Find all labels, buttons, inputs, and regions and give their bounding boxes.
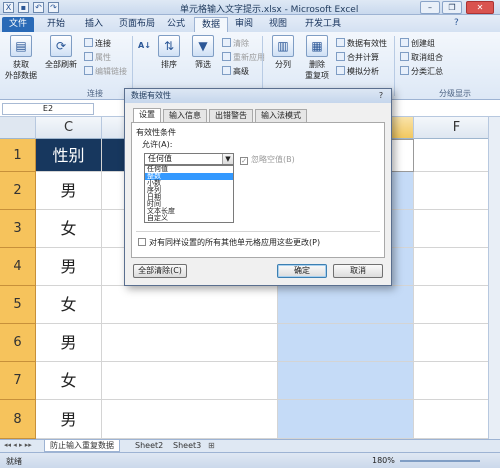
allow-dropdown-list: 任何值 整数 小数 序列 日期 时间 文本长度 自定义 bbox=[144, 165, 234, 223]
criteria-label: 有效性条件 bbox=[136, 128, 176, 137]
tab-ime-mode[interactable]: 输入法模式 bbox=[255, 109, 307, 122]
allow-select[interactable]: 任何值 ▼ bbox=[144, 153, 234, 165]
tab-error-alert[interactable]: 出错警告 bbox=[209, 109, 253, 122]
divider bbox=[136, 231, 380, 232]
dialog-title: 数据有效性 bbox=[125, 89, 391, 103]
checkbox-icon bbox=[240, 157, 248, 165]
allow-label: 允许(A): bbox=[142, 140, 173, 149]
dialog-help-icon[interactable]: ? bbox=[375, 91, 387, 101]
clear-all-button[interactable]: 全部清除(C) bbox=[133, 264, 187, 278]
tab-input-message[interactable]: 输入信息 bbox=[163, 109, 207, 122]
chevron-down-icon[interactable]: ▼ bbox=[222, 154, 233, 164]
ok-button[interactable]: 确定 bbox=[277, 264, 327, 278]
cancel-button[interactable]: 取消 bbox=[333, 264, 383, 278]
settings-panel: 有效性条件 允许(A): 任何值 ▼ 忽略空值(B) 任何值 整数 小数 序列 … bbox=[131, 122, 385, 258]
checkbox-icon bbox=[138, 238, 146, 246]
ignore-blank-checkbox[interactable]: 忽略空值(B) bbox=[240, 154, 295, 165]
data-validation-dialog: 数据有效性 ? 设置 输入信息 出错警告 输入法模式 有效性条件 允许(A): … bbox=[124, 88, 392, 286]
tab-settings[interactable]: 设置 bbox=[133, 108, 161, 122]
apply-all-checkbox[interactable]: 对有同样设置的所有其他单元格应用这些更改(P) bbox=[138, 237, 320, 248]
dropdown-option[interactable]: 自定义 bbox=[145, 215, 233, 222]
allow-select-value: 任何值 bbox=[148, 154, 172, 163]
